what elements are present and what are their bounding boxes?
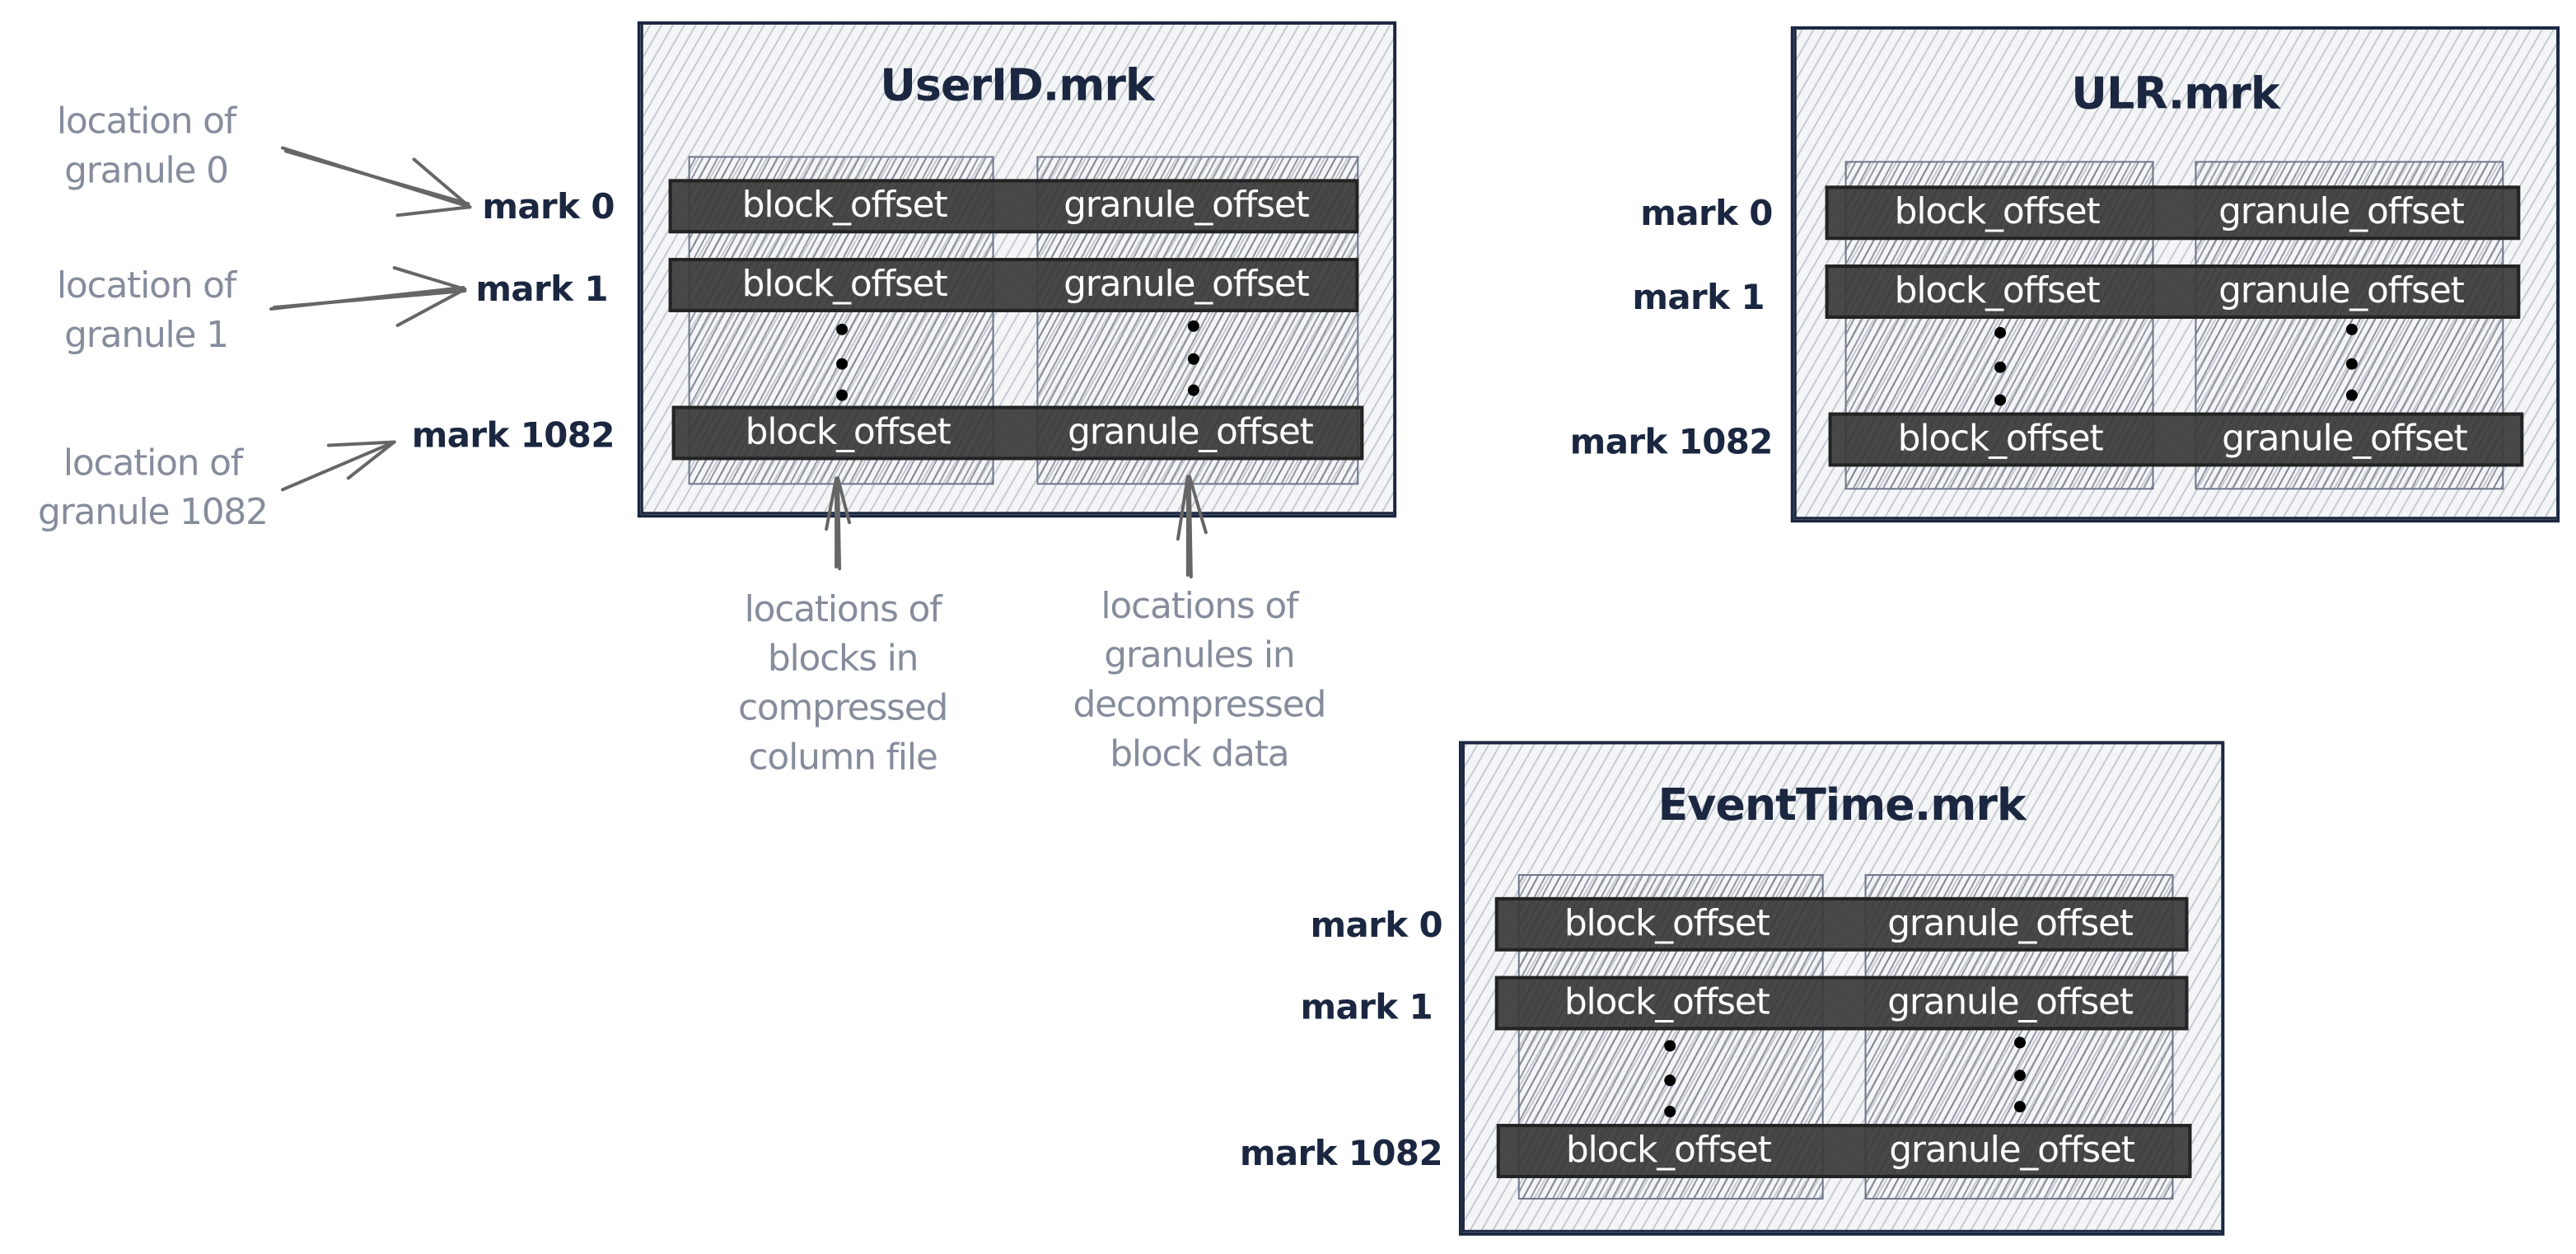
arrow-granules-annotation — [1176, 475, 1208, 578]
arrow-blocks-annotation — [825, 476, 852, 571]
diagram-canvas: UserID.mrk block_offset granule_offset b… — [0, 0, 2576, 1254]
arrow-granule-1082-to-mark-1082 — [281, 440, 396, 492]
arrow-granule-1-to-mark-1 — [269, 266, 467, 327]
arrow-granule-0-to-mark-0 — [281, 146, 472, 218]
arrows-layer — [269, 146, 1208, 578]
